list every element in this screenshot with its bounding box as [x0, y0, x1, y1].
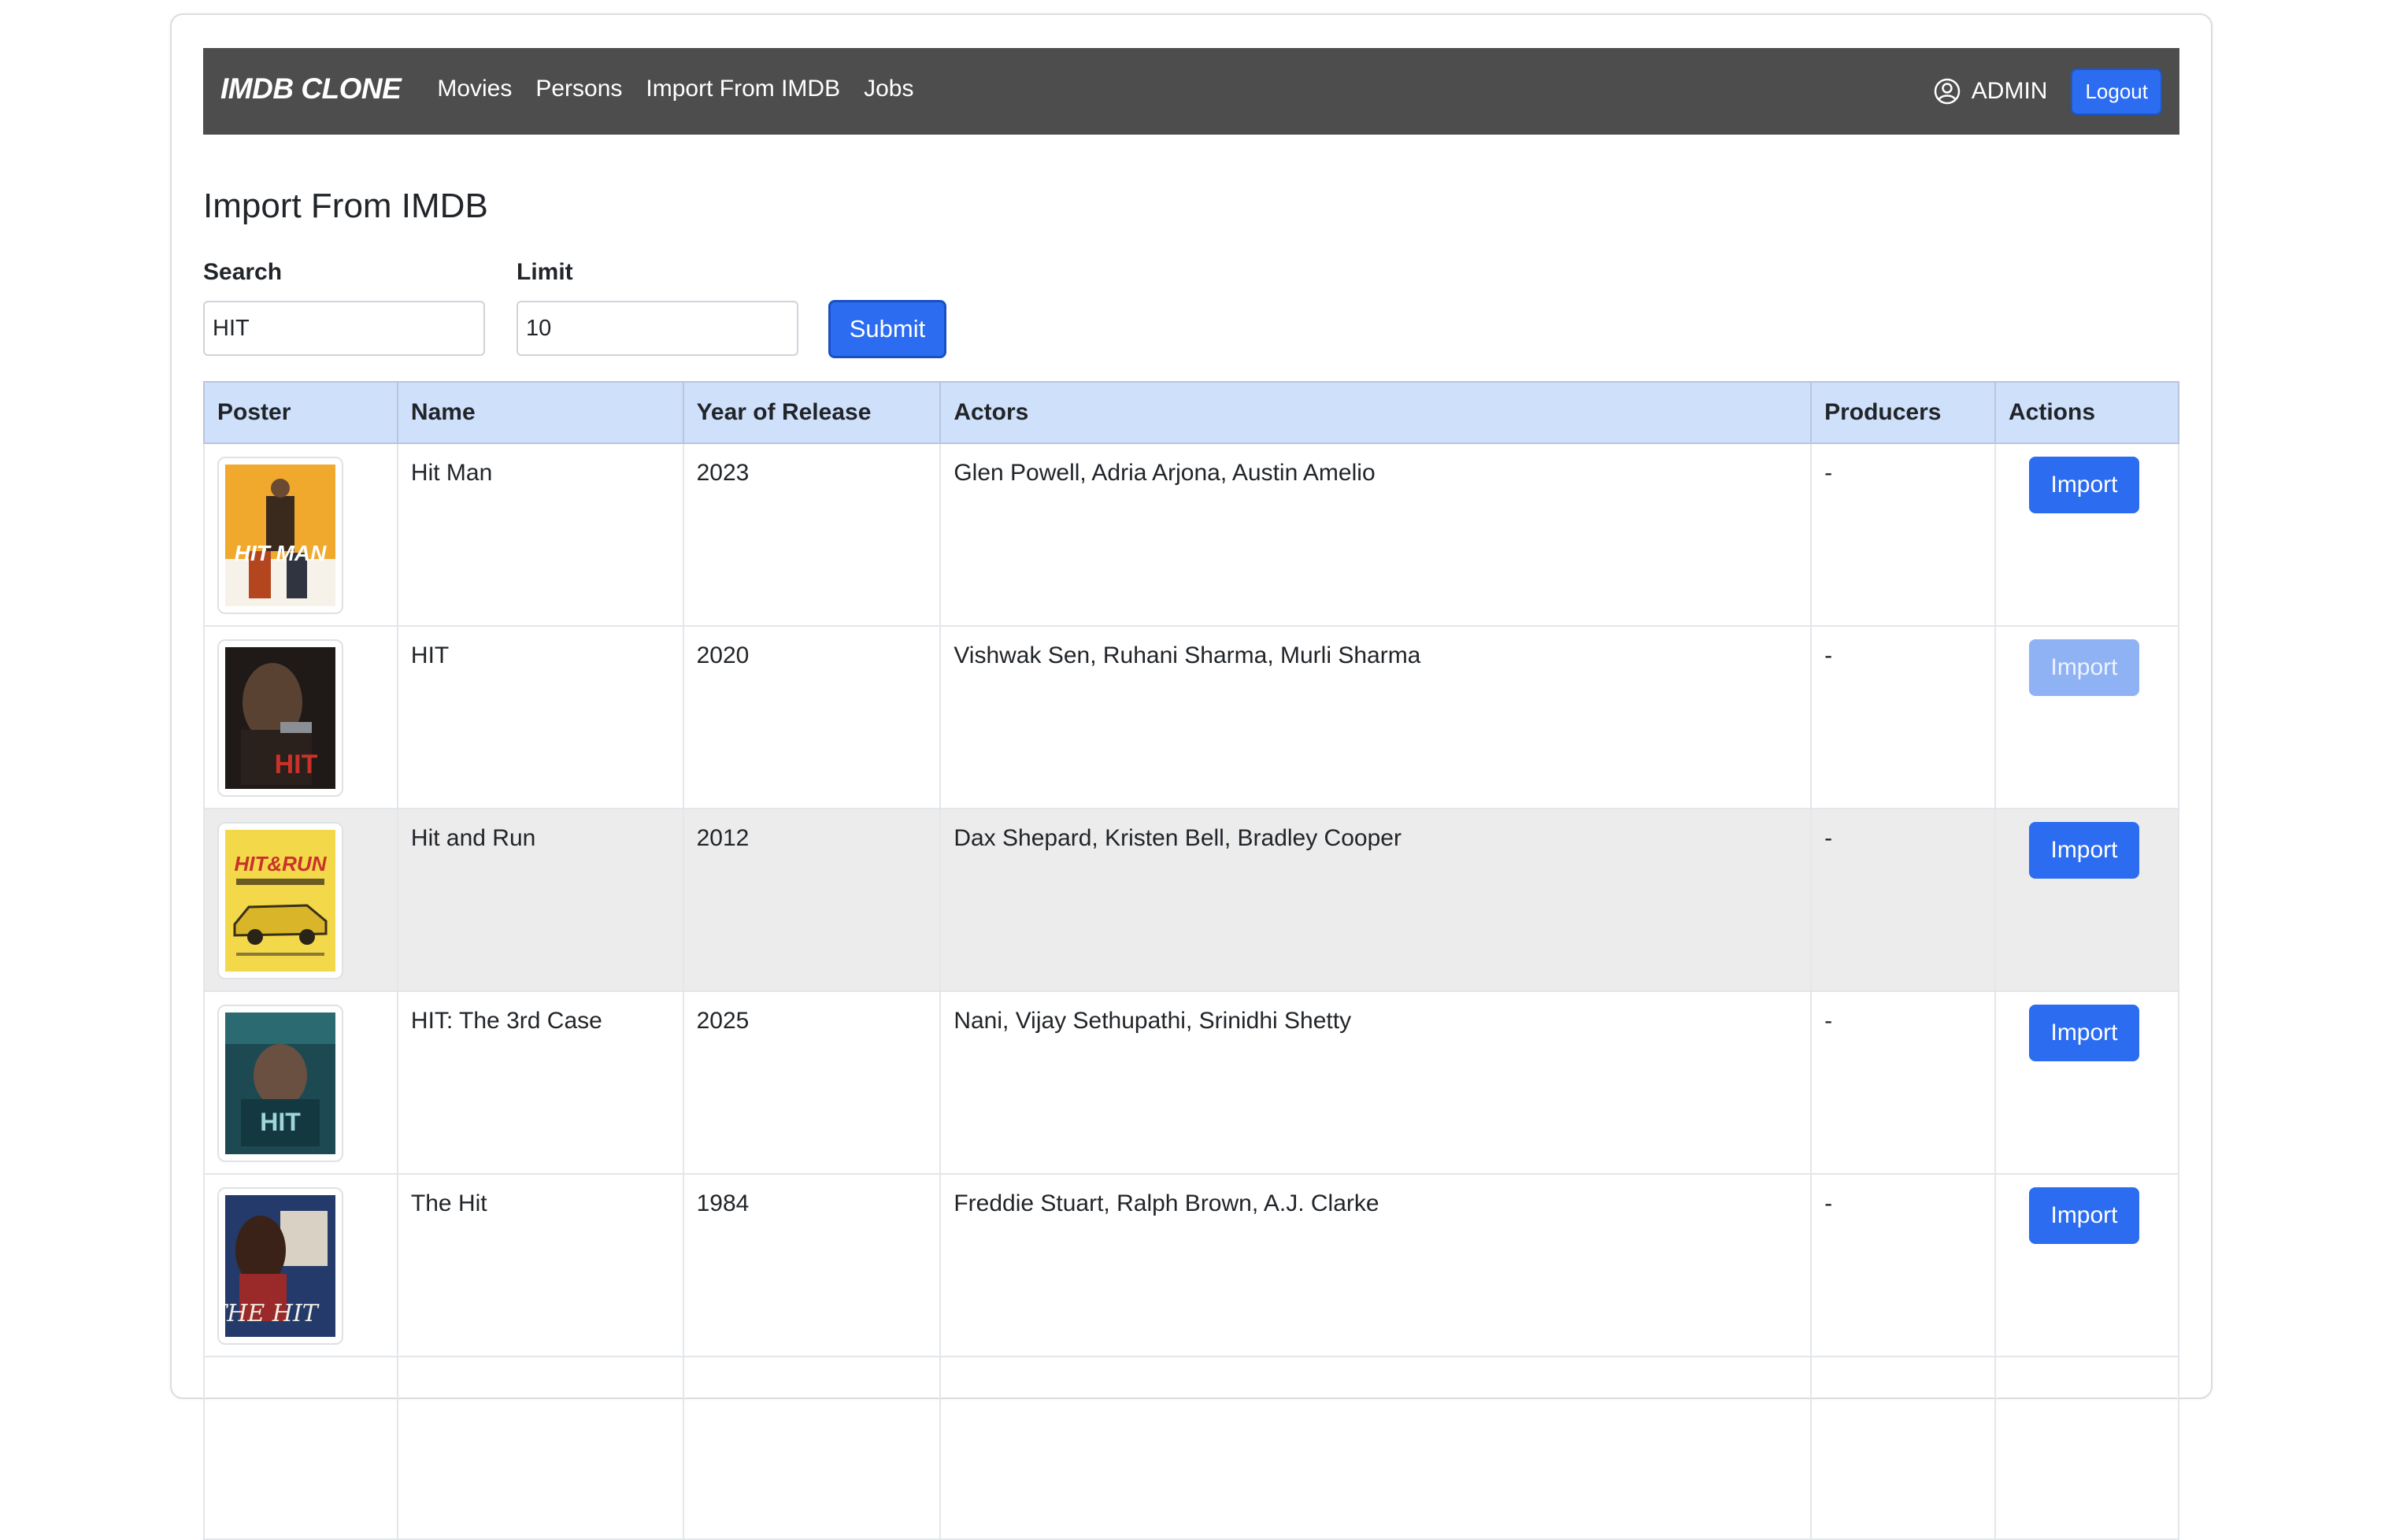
svg-text:THE HIT: THE HIT: [225, 1300, 320, 1327]
poster-thumbnail: HIT: [217, 1005, 343, 1162]
poster-cell: HIT&RUN: [203, 808, 398, 992]
year-cell: 1984: [682, 1173, 942, 1357]
main-card: IMDB CLONE Movies Persons Import From IM…: [170, 13, 2213, 1540]
import-button[interactable]: Import: [2029, 1187, 2139, 1244]
search-input[interactable]: [203, 301, 485, 356]
year-cell: 2012: [682, 808, 942, 992]
poster-cell: THE HIT: [203, 1173, 398, 1357]
poster-thumbnail: HIT: [217, 639, 343, 797]
actors-cell: Freddie Stuart, Ralph Brown, A.J. Clarke: [939, 1173, 1813, 1357]
actors-cell: Glen Powell, Adria Arjona, Austin Amelio: [939, 442, 1813, 627]
page-title: Import From IMDB: [203, 187, 488, 225]
results-table: Poster Name Year of Release Actors Produ…: [203, 381, 2179, 1540]
actions-cell: Import: [1994, 1173, 2179, 1357]
header-actors: Actors: [939, 381, 1813, 444]
poster-cell: HIT MAN: [203, 442, 398, 627]
producers-cell: [1810, 1356, 1996, 1540]
actions-cell: Import: [1994, 990, 2179, 1175]
table-row: HIT HIT: The 3rd Case 2025 Nani, Vijay S…: [203, 990, 2179, 1175]
actors-cell: Dax Shepard, Kristen Bell, Bradley Coope…: [939, 808, 1813, 992]
svg-text:HIT MAN: HIT MAN: [235, 541, 327, 565]
name-cell: The Hit: [396, 1173, 684, 1357]
limit-input[interactable]: [517, 301, 798, 356]
brand-logo[interactable]: IMDB CLONE: [220, 72, 402, 106]
actors-cell: [939, 1356, 1813, 1540]
name-cell: HIT: [396, 625, 684, 809]
year-cell: 2023: [682, 442, 942, 627]
svg-text:HIT: HIT: [275, 750, 318, 779]
poster-thumbnail: HIT MAN: [217, 457, 343, 614]
producers-cell: -: [1810, 990, 1996, 1175]
poster-image: HIT: [225, 1012, 335, 1154]
actions-cell: Import: [1994, 625, 2179, 809]
poster-thumbnail: THE HIT: [217, 1187, 343, 1345]
producers-cell: -: [1810, 808, 1996, 992]
poster-thumbnail: HIT&RUN: [217, 822, 343, 979]
header-poster: Poster: [203, 381, 398, 444]
poster-image: HIT: [225, 647, 335, 789]
svg-text:HIT: HIT: [260, 1108, 301, 1136]
import-button[interactable]: Import: [2029, 457, 2139, 513]
poster-image: HIT MAN: [225, 465, 335, 606]
poster-cell: HIT: [203, 625, 398, 809]
poster-image: HIT&RUN: [225, 830, 335, 972]
producers-cell: -: [1810, 625, 1996, 809]
producers-cell: -: [1810, 442, 1996, 627]
nav-movies[interactable]: Movies: [437, 76, 512, 102]
name-cell: HIT: The 3rd Case: [396, 990, 684, 1175]
nav-jobs[interactable]: Jobs: [864, 76, 913, 102]
name-cell: Hit Man: [396, 442, 684, 627]
submit-button[interactable]: Submit: [828, 300, 946, 358]
producers-cell: -: [1810, 1173, 1996, 1357]
poster-cell: [203, 1356, 398, 1540]
nav-persons[interactable]: Persons: [535, 76, 622, 102]
import-button-disabled[interactable]: Import: [2029, 639, 2139, 696]
header-name: Name: [396, 381, 684, 444]
header-producers: Producers: [1810, 381, 1996, 444]
year-cell: 2025: [682, 990, 942, 1175]
header-year: Year of Release: [682, 381, 942, 444]
limit-label: Limit: [517, 259, 573, 285]
user-circle-icon: [1934, 78, 1961, 105]
top-navbar: IMDB CLONE Movies Persons Import From IM…: [203, 48, 2179, 135]
name-cell: Hit and Run: [396, 808, 684, 992]
actors-cell: Vishwak Sen, Ruhani Sharma, Murli Sharma: [939, 625, 1813, 809]
actions-cell: Import: [1994, 808, 2179, 992]
name-cell: [396, 1356, 684, 1540]
svg-text:HIT&RUN: HIT&RUN: [235, 852, 328, 876]
table-header-row: Poster Name Year of Release Actors Produ…: [203, 381, 2179, 444]
search-label: Search: [203, 259, 283, 285]
actions-cell: Import: [1994, 442, 2179, 627]
year-cell: [682, 1356, 942, 1540]
username-label: ADMIN: [1971, 78, 2048, 104]
table-row: HIT MAN Hit Man 2023 Glen Powell, Adria …: [203, 442, 2179, 627]
nav-user-area: ADMIN Logout: [1934, 68, 2162, 115]
year-cell: 2020: [682, 625, 942, 809]
table-row: [203, 1356, 2179, 1540]
poster-cell: HIT: [203, 990, 398, 1175]
import-button[interactable]: Import: [2029, 1005, 2139, 1061]
table-row: HIT HIT 2020 Vishwak Sen, Ruhani Sharma,…: [203, 625, 2179, 809]
import-button[interactable]: Import: [2029, 822, 2139, 879]
logout-button[interactable]: Logout: [2071, 68, 2162, 115]
header-actions: Actions: [1994, 381, 2179, 444]
table-row: HIT&RUN Hit and Run 2012 Dax Shepard, Kr…: [203, 808, 2179, 992]
nav-import-from-imdb[interactable]: Import From IMDB: [646, 76, 840, 102]
actors-cell: Nani, Vijay Sethupathi, Srinidhi Shetty: [939, 990, 1813, 1175]
actions-cell: [1994, 1356, 2179, 1540]
table-row: THE HIT The Hit 1984 Freddie Stuart, Ral…: [203, 1173, 2179, 1357]
poster-image: THE HIT: [225, 1195, 335, 1337]
